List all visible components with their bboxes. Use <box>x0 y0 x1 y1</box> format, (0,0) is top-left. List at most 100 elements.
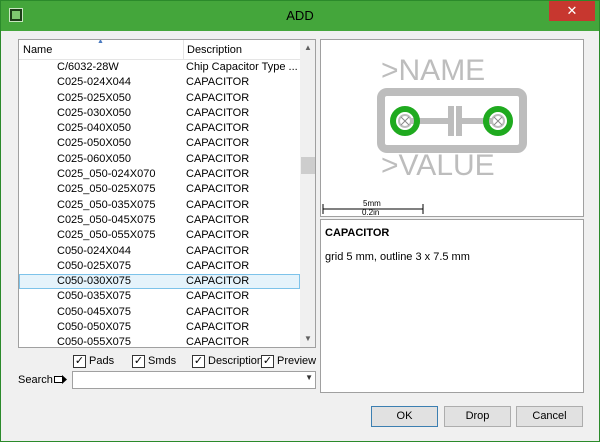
item-name: C050-050X075 <box>57 321 132 334</box>
search-label: Search <box>18 374 53 386</box>
list-rows: C/6032-28W Chip Capacitor Type ... C025-02… <box>19 60 300 348</box>
search-arrow-icon <box>54 375 67 384</box>
list-item[interactable]: C/6032-28W Chip Capacitor Type ... <box>19 60 300 75</box>
item-name: C025-050X050 <box>57 137 132 150</box>
sort-ascending-icon: ▲ <box>97 39 104 45</box>
item-name: C050-035X075 <box>57 290 132 303</box>
item-description: CAPACITOR <box>186 122 250 135</box>
list-header: ▲ Name Description <box>19 40 300 60</box>
scroll-down-icon[interactable]: ▼ <box>300 331 315 347</box>
ok-button[interactable]: OK <box>371 406 438 427</box>
description-title: CAPACITOR <box>325 227 390 239</box>
item-name: C025_050-055X075 <box>57 229 156 242</box>
description-panel: CAPACITOR grid 5 mm, outline 3 x 7.5 mm <box>320 219 584 393</box>
item-description: CAPACITOR <box>186 183 250 196</box>
list-item[interactable]: C025-025X050 CAPACITOR <box>19 91 300 106</box>
checkbox-icon[interactable]: ✓ <box>192 354 205 368</box>
list-item[interactable]: C025-030X050 CAPACITOR <box>19 106 300 121</box>
item-name: C025-040X050 <box>57 122 132 135</box>
list-item[interactable]: C050-050X075 CAPACITOR <box>19 320 300 335</box>
scroll-up-icon[interactable]: ▲ <box>300 40 315 56</box>
package-preview: >NAME >VALUE 5mm 0.2in <box>322 54 527 217</box>
item-description: CAPACITOR <box>186 336 250 348</box>
item-name: C025_050-025X075 <box>57 183 156 196</box>
pads-label: Pads <box>89 355 115 368</box>
column-separator[interactable] <box>183 40 184 60</box>
list-item[interactable]: C025_050-055X075 CAPACITOR <box>19 228 300 243</box>
library-list[interactable]: ▲ Name Description C/6032-28W Chip Capaci… <box>18 39 316 348</box>
list-item[interactable]: C050-024X044 CAPACITOR <box>19 244 300 259</box>
description-text: grid 5 mm, outline 3 x 7.5 mm <box>325 251 470 263</box>
item-description: Chip Capacitor Type ... <box>186 61 298 73</box>
smds-checkbox[interactable]: ✓ Smds <box>132 354 176 368</box>
item-name: C025_050-045X075 <box>57 213 156 226</box>
list-item[interactable]: C050-035X075 CAPACITOR <box>19 289 300 304</box>
list-item[interactable]: C025_050-035X075 CAPACITOR <box>19 198 300 213</box>
list-item[interactable]: C050-025X075 CAPACITOR <box>19 259 300 274</box>
smds-label: Smds <box>148 355 177 368</box>
name-placeholder-text: >NAME <box>381 54 485 87</box>
list-item[interactable]: C025-060X050 CAPACITOR <box>19 152 300 167</box>
item-description: CAPACITOR <box>186 168 250 181</box>
item-name: C050-024X044 <box>57 244 132 257</box>
list-item[interactable]: C025_050-024X070 CAPACITOR <box>19 167 300 182</box>
item-name: C050-025X075 <box>57 259 132 272</box>
item-description: CAPACITOR <box>186 305 250 318</box>
item-description: CAPACITOR <box>186 229 250 242</box>
list-item[interactable]: C050-055X075 CAPACITOR <box>19 335 300 348</box>
item-description: CAPACITOR <box>186 213 250 226</box>
list-item[interactable]: C025-050X050 CAPACITOR <box>19 136 300 151</box>
pads-checkbox[interactable]: ✓ Pads <box>73 354 114 368</box>
chevron-down-icon[interactable]: ▼ <box>305 373 313 382</box>
item-description: CAPACITOR <box>186 244 250 257</box>
scroll-thumb[interactable] <box>301 157 315 174</box>
description-label: Description <box>208 355 264 368</box>
list-item[interactable]: C025-040X050 CAPACITOR <box>19 121 300 136</box>
preview-label: Preview <box>277 355 317 368</box>
item-description: CAPACITOR <box>186 321 250 334</box>
search-input[interactable]: ▼ <box>72 371 316 389</box>
item-name: C050-030X075 <box>57 275 132 288</box>
item-description: CAPACITOR <box>186 275 250 288</box>
title-bar: ADD ✕ <box>1 1 599 31</box>
item-description: CAPACITOR <box>186 137 250 150</box>
item-description: CAPACITOR <box>186 76 250 89</box>
add-dialog: ADD ✕ ▲ Name Description C/6032-28W Chip … <box>0 0 600 442</box>
scale-mm-label: 5mm <box>363 199 381 208</box>
preview-panel: >NAME >VALUE 5mm 0.2in <box>320 39 584 217</box>
item-name: C025-025X050 <box>57 91 132 104</box>
drop-button[interactable]: Drop <box>444 406 511 427</box>
column-header-name[interactable]: Name <box>23 44 52 56</box>
item-description: CAPACITOR <box>186 106 250 119</box>
item-name: C025_050-035X075 <box>57 198 156 211</box>
checkbox-icon[interactable]: ✓ <box>73 354 86 368</box>
window-title: ADD <box>286 8 314 23</box>
item-name: C050-045X075 <box>57 305 132 318</box>
item-description: CAPACITOR <box>186 152 250 165</box>
item-description: CAPACITOR <box>186 91 250 104</box>
item-name: C025_050-024X070 <box>57 168 156 181</box>
vertical-scrollbar[interactable]: ▲ ▼ <box>300 40 315 347</box>
checkbox-icon[interactable]: ✓ <box>261 354 274 368</box>
list-item[interactable]: C025-024X044 CAPACITOR <box>19 75 300 90</box>
item-name: C050-055X075 <box>57 336 132 348</box>
scale-in-label: 0.2in <box>362 208 379 216</box>
item-description: CAPACITOR <box>186 198 250 211</box>
close-button[interactable]: ✕ <box>549 1 595 21</box>
item-name: C025-060X050 <box>57 152 132 165</box>
item-name: C025-030X050 <box>57 106 132 119</box>
item-name: C/6032-28W <box>57 61 119 73</box>
value-placeholder-text: >VALUE <box>381 149 495 182</box>
list-item[interactable]: C025_050-025X075 CAPACITOR <box>19 182 300 197</box>
description-checkbox[interactable]: ✓ Description <box>192 354 263 368</box>
cancel-button[interactable]: Cancel <box>516 406 583 427</box>
item-description: CAPACITOR <box>186 290 250 303</box>
item-description: CAPACITOR <box>186 259 250 272</box>
list-item[interactable]: C050-030X075 CAPACITOR <box>19 274 300 290</box>
checkbox-icon[interactable]: ✓ <box>132 354 145 368</box>
list-item[interactable]: C025_050-045X075 CAPACITOR <box>19 213 300 228</box>
list-item[interactable]: C050-045X075 CAPACITOR <box>19 305 300 320</box>
column-header-description[interactable]: Description <box>187 44 242 56</box>
item-name: C025-024X044 <box>57 76 132 89</box>
preview-checkbox[interactable]: ✓ Preview <box>261 354 316 368</box>
